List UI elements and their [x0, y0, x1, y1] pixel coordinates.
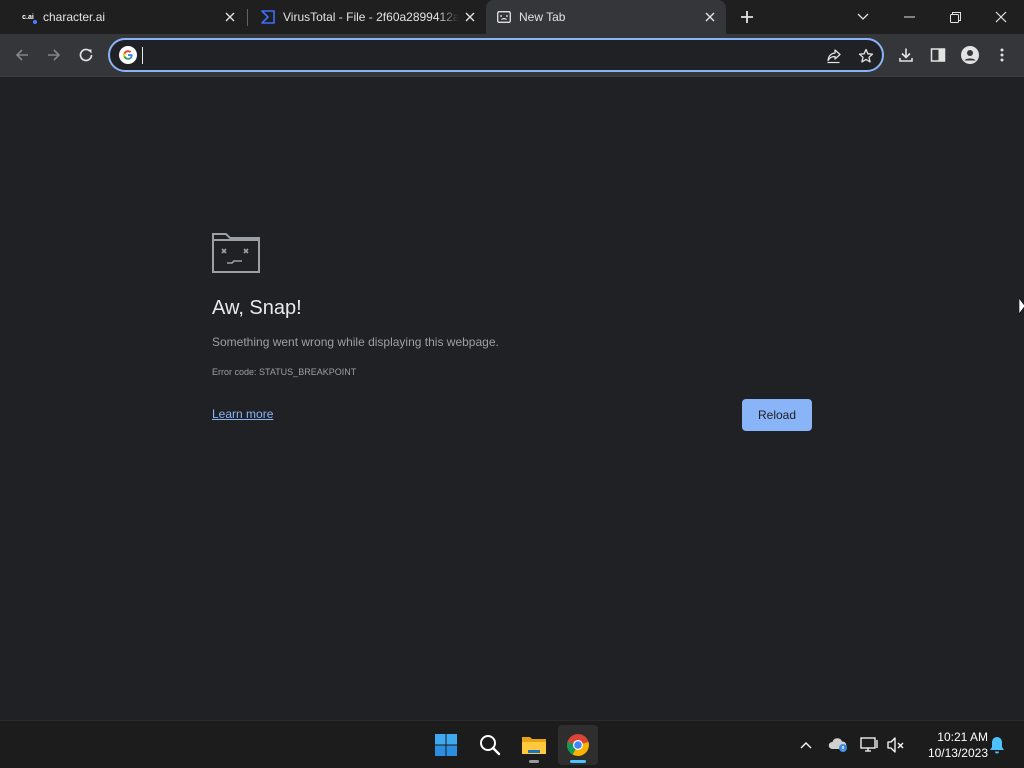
reload-icon: [79, 48, 93, 62]
arrow-right-icon: [48, 49, 61, 61]
minimize-icon: [903, 16, 915, 18]
browser-toolbar: [0, 34, 1024, 77]
text-caret: [142, 47, 143, 64]
clock-time: 10:21 AM: [937, 730, 988, 744]
address-bar[interactable]: [108, 38, 884, 72]
speaker-muted-icon: [887, 737, 904, 753]
bookmark-star-button[interactable]: [854, 44, 878, 68]
reload-button[interactable]: Reload: [742, 399, 812, 431]
taskbar-clock[interactable]: 10:21 AM 10/13/2023: [912, 729, 988, 761]
profile-avatar-icon: [961, 46, 979, 64]
error-heading: Aw, Snap!: [212, 297, 302, 319]
back-button[interactable]: [8, 41, 36, 69]
search-icon: [480, 735, 501, 756]
restore-icon: [949, 11, 961, 23]
reload-toolbar-button[interactable]: [72, 41, 100, 69]
chevron-up-icon: [800, 742, 812, 749]
volume-tray-button[interactable]: [884, 733, 908, 757]
tab-character-ai[interactable]: c.ai character.ai: [10, 0, 246, 34]
download-icon: [899, 48, 913, 62]
tab-title: VirusTotal - File - 2f60a2899412a: [283, 10, 459, 24]
kebab-menu-icon: [1000, 48, 1004, 62]
bell-icon: [990, 737, 1004, 754]
forward-button[interactable]: [40, 41, 68, 69]
taskbar-search-button[interactable]: [470, 725, 510, 765]
tab-title: New Tab: [519, 10, 566, 24]
error-page: Aw, Snap! Something went wrong while dis…: [0, 77, 1024, 720]
menu-button[interactable]: [988, 41, 1016, 69]
tab-new-tab[interactable]: New Tab: [486, 0, 726, 34]
side-panel-icon: [930, 48, 946, 62]
new-tab-button[interactable]: [735, 5, 759, 29]
mouse-cursor-icon: [1019, 298, 1024, 314]
active-indicator: [570, 760, 586, 763]
close-tab-icon[interactable]: [700, 7, 720, 27]
new-tab-page-icon: [496, 9, 512, 25]
share-icon: [827, 49, 841, 64]
google-g-icon: [119, 46, 137, 64]
network-icon: [860, 737, 878, 752]
running-indicator: [529, 760, 539, 763]
minimize-button[interactable]: [886, 0, 932, 34]
network-tray-button[interactable]: [858, 733, 882, 757]
clock-date: 10/13/2023: [927, 746, 988, 760]
restore-button[interactable]: [932, 0, 978, 34]
share-button[interactable]: [822, 44, 846, 68]
onedrive-tray-button[interactable]: [826, 733, 850, 757]
plus-icon: [741, 11, 753, 23]
start-button[interactable]: [426, 725, 466, 765]
notifications-button[interactable]: [985, 733, 1009, 757]
side-panel-button[interactable]: [924, 41, 952, 69]
error-message: Something went wrong while displaying th…: [212, 335, 499, 349]
close-tab-icon[interactable]: [220, 7, 240, 27]
chevron-down-icon: [857, 13, 869, 20]
error-code: Error code: STATUS_BREAKPOINT: [212, 367, 357, 377]
virustotal-logo-icon: [260, 9, 276, 25]
tab-virustotal[interactable]: VirusTotal - File - 2f60a2899412a: [250, 0, 486, 34]
file-explorer-button[interactable]: [514, 725, 554, 765]
chrome-taskbar-button[interactable]: [558, 725, 598, 765]
onedrive-cloud-icon: [828, 738, 847, 752]
tab-search-button[interactable]: [840, 0, 886, 34]
arrow-left-icon: [15, 49, 28, 61]
chrome-icon: [567, 734, 589, 756]
tab-separator: [247, 9, 248, 26]
star-icon: [858, 48, 874, 63]
close-tab-icon[interactable]: [460, 7, 480, 27]
tab-strip: c.ai character.ai VirusTotal - File - 2f…: [0, 0, 1024, 34]
omnibox-input[interactable]: [142, 45, 802, 65]
close-window-button[interactable]: [978, 0, 1024, 34]
profile-button[interactable]: [956, 41, 984, 69]
close-icon: [995, 11, 1007, 23]
show-hidden-icons-button[interactable]: [794, 733, 818, 757]
character-ai-logo-icon: c.ai: [20, 9, 37, 25]
windows-start-icon: [435, 734, 457, 756]
learn-more-link[interactable]: Learn more: [212, 407, 273, 421]
windows-taskbar: 10:21 AM 10/13/2023: [0, 720, 1024, 768]
sad-tab-icon: [212, 233, 260, 273]
tab-title: character.ai: [43, 10, 106, 24]
downloads-button[interactable]: [892, 41, 920, 69]
file-explorer-icon: [522, 737, 546, 754]
